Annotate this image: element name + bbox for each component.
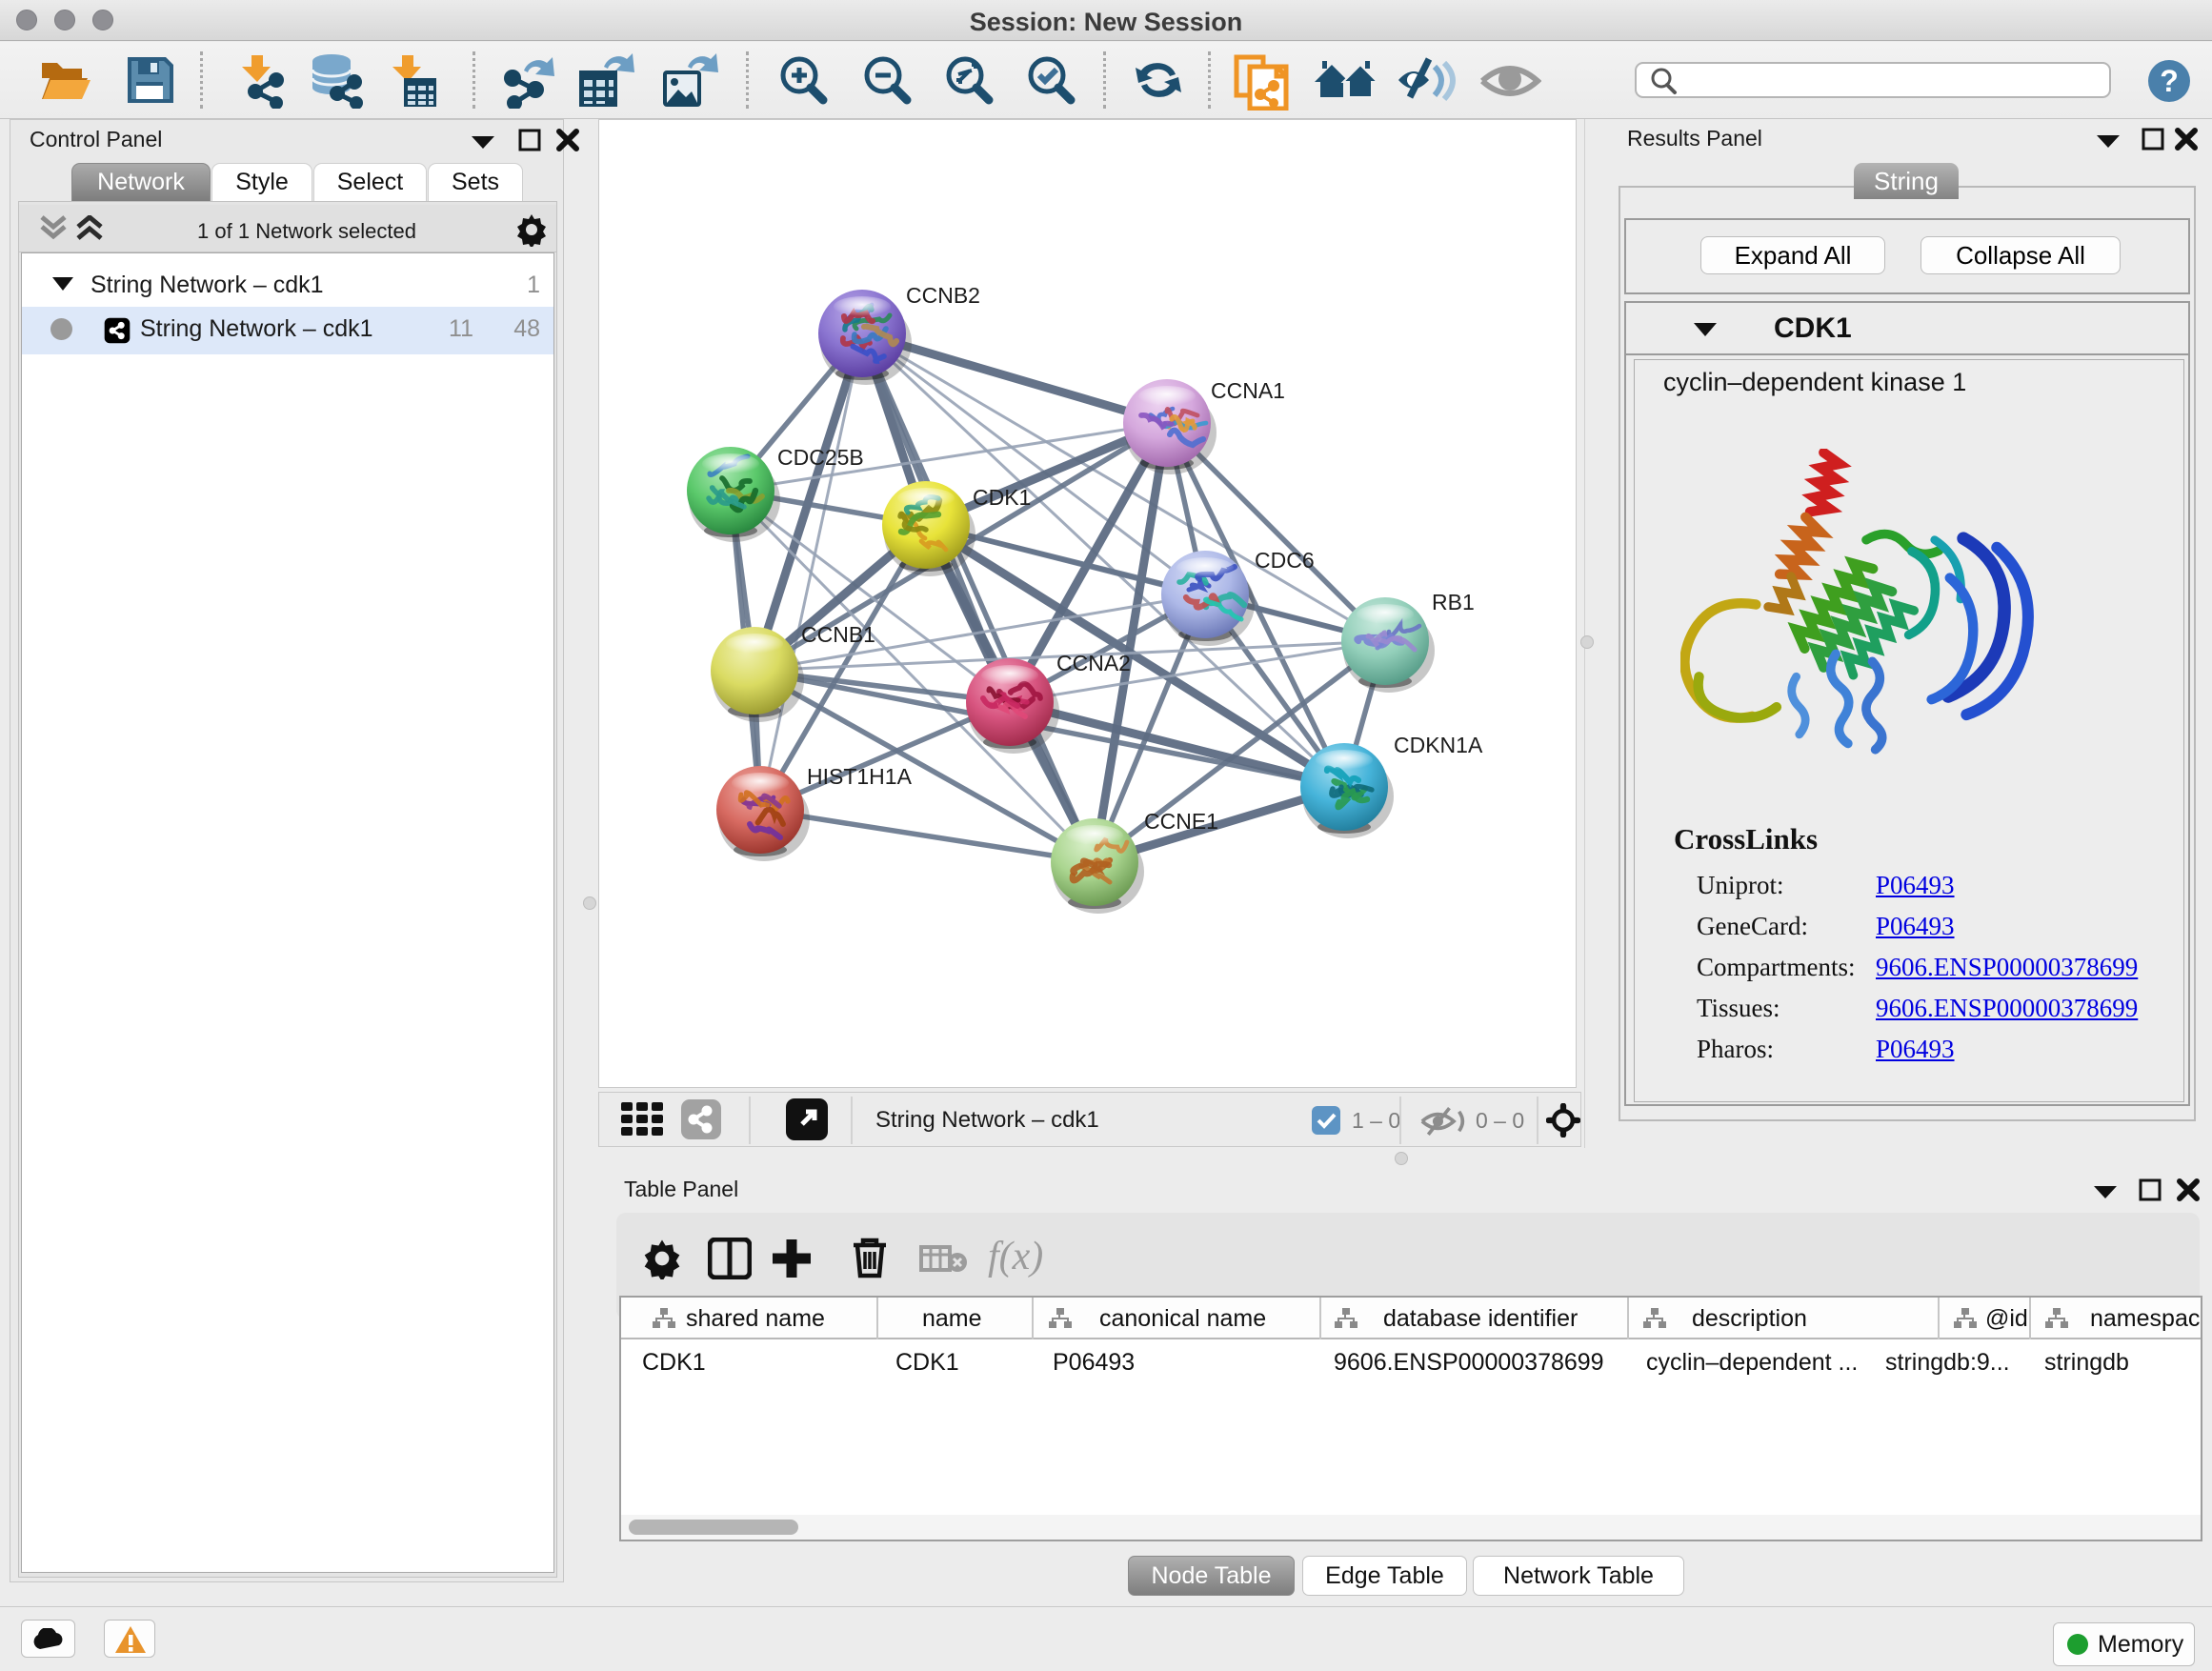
svg-text:?: ? [2160, 64, 2179, 98]
svg-text:RB1: RB1 [1432, 590, 1475, 614]
svg-text:CDC25B: CDC25B [777, 445, 864, 470]
svg-text:CDK1: CDK1 [973, 485, 1031, 510]
svg-text:CCNA2: CCNA2 [1056, 651, 1131, 675]
svg-text:HIST1H1A: HIST1H1A [807, 764, 913, 789]
svg-text:CDKN1A: CDKN1A [1394, 733, 1483, 757]
svg-text:CCNA1: CCNA1 [1211, 378, 1285, 403]
svg-text:CDC6: CDC6 [1255, 548, 1315, 573]
svg-text:CCNB2: CCNB2 [906, 283, 980, 308]
svg-text:CCNB1: CCNB1 [801, 622, 875, 647]
svg-text:CCNE1: CCNE1 [1144, 809, 1218, 834]
